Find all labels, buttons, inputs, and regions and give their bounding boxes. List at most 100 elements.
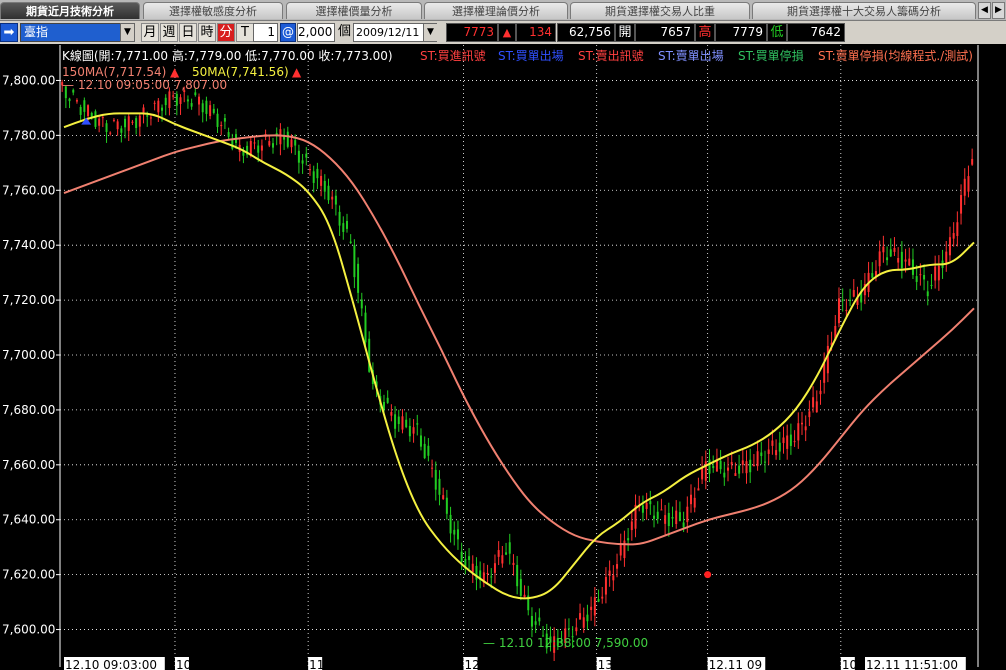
candle-body (83, 100, 86, 112)
price-chart[interactable]: 7,800.00 7,780.00 7,760.00 7,740.00 7,720.00… (0, 45, 1006, 670)
tab-scroll-right-button[interactable]: ▶ (992, 2, 1005, 19)
candle-body (841, 299, 844, 301)
high-mark-label: — 12.10 09:05:00 7,807.00 (62, 78, 227, 92)
candle-body (127, 116, 130, 131)
candle-body (508, 542, 511, 554)
candle-body (216, 113, 219, 127)
candle-body (272, 143, 275, 148)
candle-body (826, 345, 829, 374)
candle-body (198, 96, 201, 105)
period-minute-button[interactable]: 分 (217, 23, 235, 42)
candle-body (897, 258, 900, 263)
candle-body (926, 291, 929, 297)
y-tick-label: 7,700.00 (2, 348, 55, 362)
candle-body (900, 251, 903, 268)
tab-options-sensitivity[interactable]: 選擇權敏感度分析 (143, 2, 283, 19)
candle-body (290, 139, 293, 148)
candle-body (756, 451, 759, 467)
candle-body (538, 617, 541, 622)
candle-body (105, 123, 108, 132)
candle-body (886, 257, 889, 261)
candle-body (738, 465, 741, 474)
candle-body (408, 425, 411, 437)
candle-body (135, 118, 138, 129)
candle-body (516, 564, 519, 587)
candle-body (727, 467, 730, 471)
candle-body (582, 617, 585, 628)
legend-sell-exit: ST:賣單出場 (658, 48, 724, 63)
period-week-button[interactable]: 週 (160, 23, 178, 42)
candle-body (690, 494, 693, 505)
candle-body (456, 529, 459, 540)
candle-body (109, 132, 112, 134)
chevron-down-icon[interactable]: ▼ (423, 24, 437, 41)
candle-body (749, 459, 752, 473)
chevron-down-icon[interactable]: ▼ (120, 23, 135, 42)
high-price: 7779 (715, 23, 767, 42)
tab-options-theoretical[interactable]: 選擇權理論價分析 (424, 2, 568, 19)
candle-body (360, 299, 363, 309)
candle-body (948, 237, 951, 256)
candle-body (486, 572, 489, 574)
y-tick-label: 7,760.00 (2, 183, 55, 197)
candle-body (334, 195, 337, 205)
x-tick-label: 10 (176, 658, 191, 670)
up-arrow-icon: ▲ (498, 23, 516, 42)
tab-scroll-left-button[interactable]: ◀ (978, 2, 991, 19)
candle-body (852, 290, 855, 297)
candle-body (664, 515, 667, 524)
ma50-legend: 50MA(7,741.56) (192, 65, 289, 79)
candle-body (149, 117, 152, 119)
candle-body (608, 570, 611, 577)
candle-body (286, 131, 289, 147)
candle-body (849, 299, 852, 301)
candle-body (519, 578, 522, 596)
candle-body (209, 105, 212, 117)
quantity-input[interactable]: 1 (253, 23, 278, 42)
period-month-button[interactable]: 月 (141, 23, 159, 42)
period-hour-button[interactable]: 時 (198, 23, 216, 42)
symbol-select[interactable]: 臺指 (20, 23, 135, 42)
candle-body (460, 551, 463, 562)
chart-panel[interactable]: 7,800.00 7,780.00 7,760.00 7,740.00 7,720.00… (0, 45, 1006, 670)
candle-body (212, 108, 215, 113)
candle-body (323, 180, 326, 192)
candle-body (882, 246, 885, 253)
at-icon[interactable]: @ (280, 23, 296, 42)
y-tick-label: 7,640.00 (2, 513, 55, 527)
y-axis: 7,800.00 7,780.00 7,760.00 7,740.00 7,720.00… (2, 73, 60, 637)
candle-body (471, 563, 474, 573)
low-mark-label: — 12.10 12:38:00 7,590.00 (483, 636, 648, 650)
candle-body (497, 550, 500, 557)
arrow-right-icon[interactable]: ➡ (0, 23, 18, 42)
tab-options-price-volume[interactable]: 選擇權價量分析 (286, 2, 422, 19)
candle-body (523, 594, 526, 597)
candle-body (837, 298, 840, 324)
tab-futures-technical[interactable]: 期貨近月技術分析 (0, 2, 140, 19)
candle-body (305, 153, 308, 158)
candle-body (945, 251, 948, 263)
candle-body (967, 176, 970, 192)
candle-body (904, 259, 907, 262)
candle-body (112, 119, 115, 121)
period-tick-button[interactable]: T (236, 23, 254, 42)
candle-body (345, 220, 348, 229)
candle-body (641, 505, 644, 513)
legend-sell-signal: ST:賣出訊號 (578, 48, 644, 63)
period-day-button[interactable]: 日 (179, 23, 197, 42)
high-label: 高 (695, 23, 715, 42)
ma150-arrow-icon: ▲ (170, 65, 180, 79)
lots-input[interactable]: 2,000 (297, 23, 335, 42)
candle-body (612, 575, 615, 581)
candle-body (960, 195, 963, 214)
candle-body (146, 115, 149, 117)
candle-body (878, 251, 881, 267)
ma50-arrow-icon: ▲ (292, 65, 302, 79)
candle-body (427, 445, 430, 456)
tab-trader-ratio[interactable]: 期貨選擇權交易人比重 (570, 2, 750, 19)
tab-top10-traders[interactable]: 期貨選擇權十大交易人籌碼分析 (752, 2, 976, 19)
candle-body (423, 443, 426, 459)
ma150-line (63, 134, 975, 546)
candle-body (778, 442, 781, 452)
chart-grid (59, 45, 979, 667)
